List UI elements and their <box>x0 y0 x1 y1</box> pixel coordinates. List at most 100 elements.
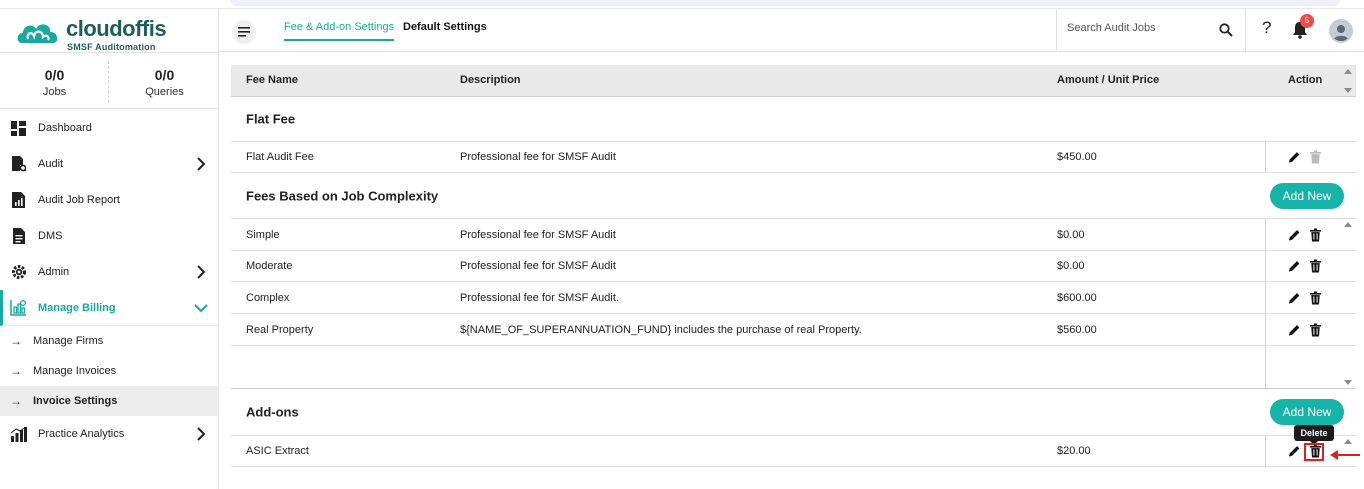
table-row: Complex Professional fee for SMSF Audit.… <box>231 282 1356 314</box>
scroll-up-arrow[interactable] <box>1344 69 1352 74</box>
trash-icon[interactable] <box>1309 323 1322 336</box>
edit-icon[interactable] <box>1288 323 1301 336</box>
sidebar-subitem-label: Manage Firms <box>33 335 104 347</box>
column-header-description: Description <box>460 74 521 86</box>
sidebar-item-audit[interactable]: Audit <box>0 146 219 182</box>
logo[interactable]: cloudoffis SMSF Auditomation <box>16 15 216 53</box>
sidebar-subitem-invoice-settings[interactable]: → Invoice Settings <box>0 386 219 416</box>
sidebar-item-practice-analytics[interactable]: Practice Analytics <box>0 416 219 452</box>
fee-settings-table: Fee Name Description Amount / Unit Price… <box>231 65 1360 489</box>
fee-description: Professional fee for SMSF Audit <box>460 228 616 241</box>
column-header-fee-name: Fee Name <box>246 74 298 86</box>
edit-icon[interactable] <box>1288 445 1301 458</box>
sidebar-subitem-manage-invoices[interactable]: → Manage Invoices <box>0 356 219 386</box>
sidebar-item-dms[interactable]: DMS <box>0 218 219 254</box>
sidebar-item-admin[interactable]: Admin <box>0 254 219 290</box>
fee-name: Moderate <box>246 260 293 272</box>
avatar[interactable] <box>1329 19 1353 43</box>
fee-amount: $0.00 <box>1057 260 1085 272</box>
stat-queries-value: 0/0 <box>154 67 175 83</box>
trash-icon[interactable] <box>1309 228 1322 241</box>
user-icon <box>1331 21 1351 41</box>
stat-queries-label: Queries <box>145 86 184 98</box>
fee-name: Simple <box>246 228 280 241</box>
help-button[interactable]: ? <box>1262 18 1271 38</box>
fee-amount: $600.00 <box>1057 291 1097 304</box>
sidebar-item-label: Audit Job Report <box>38 194 120 206</box>
search-input[interactable] <box>1067 22 1217 34</box>
highlight-box <box>1304 443 1324 461</box>
chevron-right-icon <box>197 265 206 279</box>
action-cell <box>1265 314 1356 345</box>
fee-name: Real Property <box>246 323 314 336</box>
stat-queries[interactable]: 0/0 Queries <box>110 53 219 109</box>
sidebar-item-label: Dashboard <box>38 122 92 134</box>
stat-jobs-label: Jobs <box>42 86 67 98</box>
action-cell <box>1265 251 1356 281</box>
sidebar-item-audit-job-report[interactable]: Audit Job Report <box>0 182 219 218</box>
column-header-action: Action <box>1288 74 1323 86</box>
sidebar-subitem-manage-firms[interactable]: → Manage Firms <box>0 326 219 356</box>
sidebar-item-label: Admin <box>38 266 70 278</box>
stat-jobs[interactable]: 0/0 Jobs <box>0 53 109 109</box>
dashboard-icon <box>10 120 27 137</box>
fee-amount: $450.00 <box>1057 151 1097 163</box>
fee-name: Complex <box>246 291 290 304</box>
edit-icon[interactable] <box>1288 260 1301 273</box>
section-title: Flat Fee <box>246 111 296 127</box>
scroll-down-arrow[interactable] <box>1344 380 1352 385</box>
sidebar-item-label: Manage Billing <box>38 301 116 314</box>
fee-name: Flat Audit Fee <box>246 151 314 163</box>
delete-tooltip: Delete <box>1294 425 1334 445</box>
add-new-button[interactable]: Add New <box>1270 182 1344 209</box>
sidebar-item-dashboard[interactable]: Dashboard <box>0 110 219 146</box>
action-cell <box>1265 142 1356 172</box>
cloud-logo-icon <box>17 24 58 43</box>
column-header-amount: Amount / Unit Price <box>1057 74 1160 86</box>
action-cell <box>1265 346 1356 388</box>
action-cell <box>1265 219 1356 250</box>
trash-icon[interactable] <box>1309 150 1322 164</box>
chevron-right-icon <box>197 427 206 441</box>
table-row: Real Property ${NAME_OF_SUPERANNUATION_F… <box>231 314 1356 346</box>
fee-amount: $0.00 <box>1057 228 1085 241</box>
sidebar-item-manage-billing[interactable]: Manage Billing <box>0 290 219 326</box>
browser-strip <box>0 0 1364 9</box>
chevron-down-icon <box>194 304 208 313</box>
arrow-right-icon: → <box>10 394 22 408</box>
tab-fee-addon-settings[interactable]: Fee & Add-on Settings <box>284 21 395 41</box>
fee-description: Professional fee for SMSF Audit. <box>460 291 619 304</box>
arrow-left-icon <box>1330 450 1360 460</box>
trash-icon[interactable] <box>1309 291 1322 304</box>
table-row: ASIC Extract $20.00 <box>231 436 1356 467</box>
sidebar-item-label: DMS <box>38 230 63 242</box>
scroll-up-arrow[interactable] <box>1344 222 1352 227</box>
hamburger-icon <box>238 27 250 37</box>
arrow-right-icon: → <box>10 364 22 378</box>
fee-amount: $20.00 <box>1057 445 1091 457</box>
action-cell <box>1265 282 1356 313</box>
stat-divider <box>108 61 109 103</box>
edit-icon[interactable] <box>1288 151 1301 164</box>
section-title: Fees Based on Job Complexity <box>246 188 439 203</box>
fee-amount: $560.00 <box>1057 323 1097 336</box>
logo-wordmark: cloudoffis <box>66 16 167 41</box>
tab-default-settings[interactable]: Default Settings <box>403 21 487 33</box>
edit-icon[interactable] <box>1288 291 1301 304</box>
scroll-up-arrow[interactable] <box>1344 439 1352 444</box>
table-header: Fee Name Description Amount / Unit Price… <box>231 65 1356 97</box>
search-icon[interactable] <box>1219 23 1233 37</box>
sidebar-nav: Dashboard Audit Audit Job Report DMS Adm… <box>0 110 219 452</box>
table-empty-row <box>231 346 1356 389</box>
section-title: Add-ons <box>246 404 299 420</box>
fee-name: ASIC Extract <box>246 445 309 457</box>
document-icon <box>10 228 27 245</box>
menu-toggle-button[interactable] <box>232 20 256 44</box>
add-new-button[interactable]: Add New <box>1270 399 1344 425</box>
trash-icon[interactable] <box>1309 259 1322 273</box>
table-row: Simple Professional fee for SMSF Audit $… <box>231 219 1356 251</box>
edit-icon[interactable] <box>1288 228 1301 241</box>
fee-description: ${NAME_OF_SUPERANNUATION_FUND} includes … <box>460 323 862 336</box>
logo-tagline: SMSF Auditomation <box>67 42 156 52</box>
scroll-down-arrow[interactable] <box>1344 88 1352 93</box>
